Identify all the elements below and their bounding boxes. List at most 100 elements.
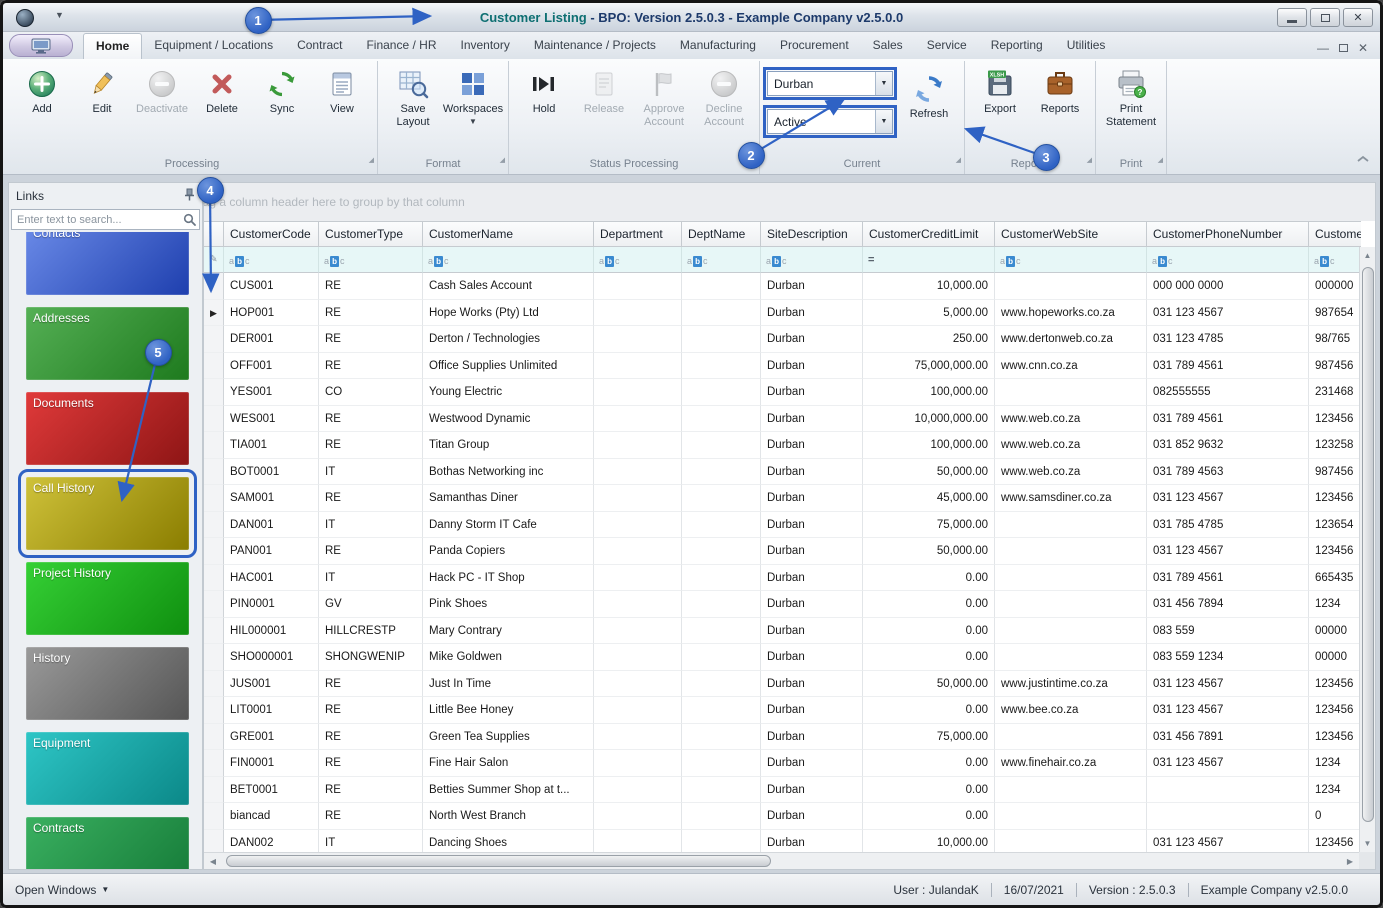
column-header-customercode[interactable]: CustomerCode (224, 221, 319, 247)
grid-row-wes001[interactable]: WES001REWestwood DynamicDurban10,000,000… (204, 406, 1361, 433)
scroll-up-icon[interactable]: ▲ (1360, 248, 1375, 263)
tab-finance-hr[interactable]: Finance / HR (354, 33, 448, 59)
scroll-right-icon[interactable]: ▶ (1342, 854, 1358, 869)
grid-row-hil000001[interactable]: HIL000001HILLCRESTPMary ContraryDurban0.… (204, 618, 1361, 645)
grid-row-dan001[interactable]: DAN001ITDanny Storm IT CafeDurban75,000.… (204, 512, 1361, 539)
export-button[interactable]: XLSHExport (970, 64, 1030, 116)
workspaces-button[interactable]: Workspaces▼ (443, 64, 503, 126)
tab-utilities[interactable]: Utilities (1055, 33, 1118, 59)
column-header-customerv[interactable]: CustomerV (1309, 221, 1361, 247)
grid-row-hop001[interactable]: ▶HOP001REHope Works (Pty) LtdDurban5,000… (204, 300, 1361, 327)
ribbon-collapse-icon[interactable] (1356, 151, 1370, 169)
close-button[interactable]: ✕ (1343, 8, 1373, 27)
filter-cell-customerwebsite[interactable]: abc (995, 247, 1147, 273)
horizontal-scroll-thumb[interactable] (226, 855, 771, 867)
column-header-sitedescription[interactable]: SiteDescription (761, 221, 863, 247)
grid-row-fin0001[interactable]: FIN0001REFine Hair SalonDurban0.00www.fi… (204, 750, 1361, 777)
column-header-customercreditlimit[interactable]: CustomerCreditLimit (863, 221, 995, 247)
grid-row-off001[interactable]: OFF001REOffice Supplies UnlimitedDurban7… (204, 353, 1361, 380)
delete-button[interactable]: Delete (192, 64, 252, 116)
grid-row-bot0001[interactable]: BOT0001ITBothas Networking incDurban50,0… (204, 459, 1361, 486)
reports-button[interactable]: Reports (1030, 64, 1090, 116)
group-dialog-launcher-icon[interactable]: ◢ (500, 152, 505, 170)
group-dialog-launcher-icon[interactable]: ◢ (956, 152, 961, 170)
tab-home[interactable]: Home (83, 33, 142, 59)
site-filter-dropdown[interactable]: Durban ▼ (767, 71, 893, 96)
hold-button[interactable]: Hold (514, 64, 574, 116)
horizontal-scrollbar[interactable]: ◀ ▶ (204, 852, 1359, 869)
tab-service[interactable]: Service (915, 33, 979, 59)
filter-cell-department[interactable]: abc (594, 247, 682, 273)
scroll-left-icon[interactable]: ◀ (205, 854, 221, 869)
tab-maintenance-projects[interactable]: Maintenance / Projects (522, 33, 668, 59)
mdi-restore-icon[interactable] (1339, 44, 1348, 52)
add-button[interactable]: Add (12, 64, 72, 116)
application-menu-button[interactable] (9, 34, 73, 57)
links-tile-contracts[interactable]: Contracts (26, 817, 189, 869)
mdi-close-icon[interactable]: ✕ (1358, 43, 1368, 53)
filter-cell-sitedescription[interactable]: abc (761, 247, 863, 273)
grid-row-sho000001[interactable]: SHO000001SHONGWENIPMike GoldwenDurban0.0… (204, 644, 1361, 671)
grid-row-tia001[interactable]: TIA001RETitan GroupDurban100,000.00www.w… (204, 432, 1361, 459)
chevron-down-icon[interactable]: ▼ (875, 110, 892, 133)
grid-row-biancad[interactable]: biancadRENorth West BranchDurban0.000 (204, 803, 1361, 830)
grid-row-pan001[interactable]: PAN001REPanda CopiersDurban50,000.00031 … (204, 538, 1361, 565)
links-tile-documents[interactable]: Documents (26, 392, 189, 465)
links-tile-history[interactable]: History (26, 647, 189, 720)
open-windows-button[interactable]: Open Windows ▼ (15, 883, 109, 897)
tab-inventory[interactable]: Inventory (448, 33, 521, 59)
grid-row-jus001[interactable]: JUS001REJust In TimeDurban50,000.00www.j… (204, 671, 1361, 698)
column-header-deptname[interactable]: DeptName (682, 221, 761, 247)
edit-button[interactable]: Edit (72, 64, 132, 116)
tab-reporting[interactable]: Reporting (979, 33, 1055, 59)
grid-row-yes001[interactable]: YES001COYoung ElectricDurban100,000.0008… (204, 379, 1361, 406)
filter-cell-customername[interactable]: abc (423, 247, 594, 273)
vertical-scroll-thumb[interactable] (1362, 267, 1374, 822)
filter-cell-customercreditlimit[interactable]: = (863, 247, 995, 273)
sync-button[interactable]: Sync (252, 64, 312, 116)
tab-manufacturing[interactable]: Manufacturing (668, 33, 768, 59)
grid-row-hac001[interactable]: HAC001ITHack PC - IT ShopDurban0.00031 7… (204, 565, 1361, 592)
column-header-customertype[interactable]: CustomerType (319, 221, 423, 247)
links-search-input[interactable] (11, 209, 200, 230)
column-header-customerphonenumber[interactable]: CustomerPhoneNumber (1147, 221, 1309, 247)
filter-cell-customerv[interactable]: abc (1309, 247, 1361, 273)
column-header-department[interactable]: Department (594, 221, 682, 247)
group-by-bar[interactable]: Drag a column header here to group by th… (204, 183, 1375, 221)
filter-cell-deptname[interactable]: abc (682, 247, 761, 273)
save-layout-button[interactable]: Save Layout (383, 64, 443, 129)
mdi-minimize-icon[interactable]: — (1317, 43, 1329, 53)
minimize-button[interactable] (1277, 8, 1307, 27)
grid-row-pin0001[interactable]: PIN0001GVPink ShoesDurban0.00031 456 789… (204, 591, 1361, 618)
links-tile-call-history[interactable]: Call History (26, 477, 189, 550)
status-filter-dropdown[interactable]: Active ▼ (767, 109, 893, 134)
filter-cell-customerphonenumber[interactable]: abc (1147, 247, 1309, 273)
view-button[interactable]: View (312, 64, 372, 116)
scroll-down-icon[interactable]: ▼ (1360, 836, 1375, 851)
grid-row-bet0001[interactable]: BET0001REBetties Summer Shop at t...Durb… (204, 777, 1361, 804)
grid-row-cus001[interactable]: CUS001RECash Sales AccountDurban10,000.0… (204, 273, 1361, 300)
grid-row-dan002[interactable]: DAN002ITDancing ShoesDurban10,000.00031 … (204, 830, 1361, 853)
grid-row-gre001[interactable]: GRE001REGreen Tea SuppliesDurban75,000.0… (204, 724, 1361, 751)
maximize-button[interactable] (1310, 8, 1340, 27)
filter-cell-customertype[interactable]: abc (319, 247, 423, 273)
group-dialog-launcher-icon[interactable]: ◢ (369, 152, 374, 170)
grid-row-der001[interactable]: DER001REDerton / TechnologiesDurban250.0… (204, 326, 1361, 353)
grid-row-sam001[interactable]: SAM001RESamanthas DinerDurban45,000.00ww… (204, 485, 1361, 512)
pin-icon[interactable] (184, 188, 195, 204)
print-statement-button[interactable]: ?Print Statement (1101, 64, 1161, 129)
links-tile-equipment[interactable]: Equipment (26, 732, 189, 805)
links-tile-contacts[interactable]: Contacts (26, 232, 189, 295)
tab-procurement[interactable]: Procurement (768, 33, 861, 59)
vertical-scrollbar[interactable]: ▲ ▼ (1359, 247, 1375, 852)
refresh-button[interactable]: Refresh (899, 69, 959, 121)
links-tile-project-history[interactable]: Project History (26, 562, 189, 635)
filter-cell-customercode[interactable]: abc (224, 247, 319, 273)
tab-contract[interactable]: Contract (285, 33, 354, 59)
tab-equipment-locations[interactable]: Equipment / Locations (142, 33, 285, 59)
column-header-customername[interactable]: CustomerName (423, 221, 594, 247)
column-header-customerwebsite[interactable]: CustomerWebSite (995, 221, 1147, 247)
group-dialog-launcher-icon[interactable]: ◢ (1087, 152, 1092, 170)
grid-row-lit0001[interactable]: LIT0001RELittle Bee HoneyDurban0.00www.b… (204, 697, 1361, 724)
tab-sales[interactable]: Sales (861, 33, 915, 59)
